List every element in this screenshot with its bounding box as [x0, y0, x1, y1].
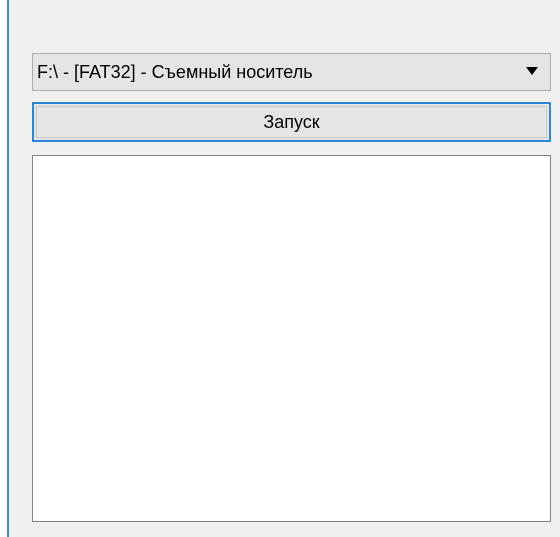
drive-select[interactable]: F:\ - [FAT32] - Съемный носитель [32, 53, 551, 91]
run-button-label: Запуск [263, 111, 320, 132]
run-button[interactable]: Запуск [32, 102, 551, 142]
window-left-edge [0, 0, 9, 537]
drive-select-value: F:\ - [FAT32] - Съемный носитель [37, 61, 313, 82]
output-list[interactable] [32, 155, 551, 522]
dropdown-arrow-icon[interactable] [526, 67, 538, 75]
cropped-top-label [30, 0, 550, 10]
